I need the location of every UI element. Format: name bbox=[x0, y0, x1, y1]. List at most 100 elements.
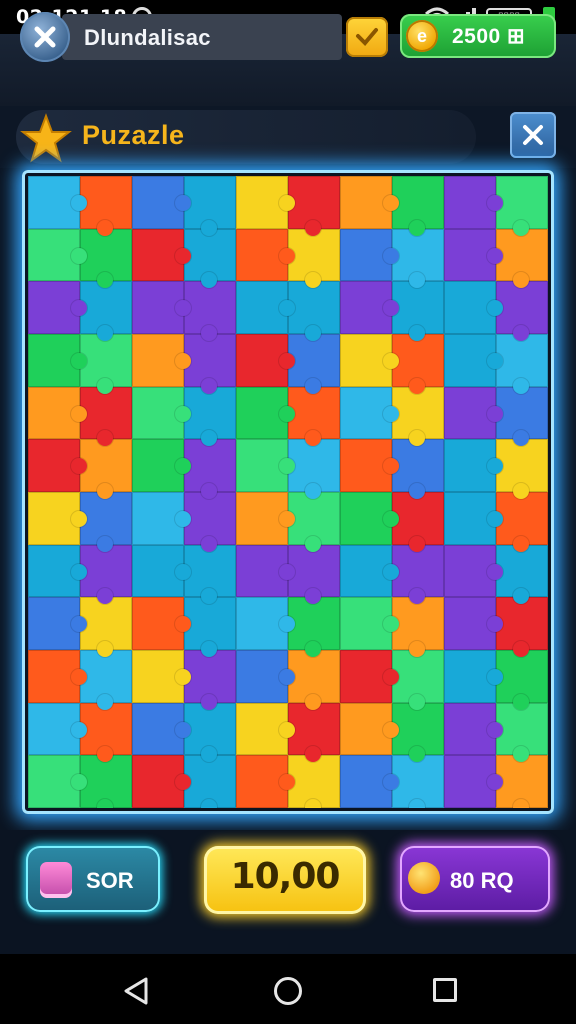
puzzle-piece[interactable] bbox=[340, 386, 399, 440]
puzzle-piece[interactable] bbox=[236, 386, 295, 440]
back-button[interactable] bbox=[20, 12, 70, 62]
puzzle-piece[interactable] bbox=[80, 176, 132, 236]
puzzle-piece[interactable] bbox=[184, 702, 236, 762]
puzzle-piece[interactable] bbox=[236, 439, 295, 492]
puzzle-piece[interactable] bbox=[288, 176, 340, 236]
puzzle-piece[interactable] bbox=[132, 386, 191, 440]
puzzle-piece[interactable] bbox=[80, 649, 132, 710]
puzzle-piece[interactable] bbox=[392, 597, 444, 657]
puzzle-piece[interactable] bbox=[236, 597, 295, 650]
puzzle-piece[interactable] bbox=[392, 649, 444, 710]
puzzle-piece[interactable] bbox=[28, 755, 87, 808]
puzzle-piece[interactable] bbox=[496, 228, 548, 288]
puzzle-piece[interactable] bbox=[80, 702, 132, 762]
puzzle-piece[interactable] bbox=[340, 544, 399, 598]
puzzle-piece[interactable] bbox=[392, 755, 444, 808]
nav-home-icon[interactable] bbox=[274, 977, 302, 1005]
puzzle-piece[interactable] bbox=[444, 544, 503, 598]
puzzle-piece[interactable] bbox=[184, 176, 236, 236]
puzzle-piece[interactable] bbox=[288, 702, 340, 762]
puzzle-piece[interactable] bbox=[28, 491, 87, 545]
puzzle-piece[interactable] bbox=[288, 544, 340, 604]
puzzle-piece[interactable] bbox=[236, 649, 295, 703]
puzzle-piece[interactable] bbox=[288, 491, 340, 552]
puzzle-board[interactable] bbox=[28, 176, 548, 808]
puzzle-piece[interactable] bbox=[236, 702, 295, 756]
puzzle-piece[interactable] bbox=[132, 281, 191, 334]
puzzle-piece[interactable] bbox=[444, 176, 503, 229]
puzzle-piece[interactable] bbox=[184, 439, 236, 499]
puzzle-piece[interactable] bbox=[236, 228, 295, 282]
puzzle-piece[interactable] bbox=[288, 649, 340, 710]
puzzle-piece[interactable] bbox=[132, 755, 191, 808]
puzzle-piece[interactable] bbox=[496, 386, 548, 446]
puzzle-piece[interactable] bbox=[80, 491, 132, 552]
puzzle-piece[interactable] bbox=[288, 755, 340, 808]
puzzle-piece[interactable] bbox=[496, 597, 548, 657]
puzzle-piece[interactable] bbox=[340, 755, 399, 808]
puzzle-piece[interactable] bbox=[496, 702, 548, 762]
puzzle-piece[interactable] bbox=[236, 755, 295, 808]
puzzle-piece[interactable] bbox=[392, 176, 444, 236]
puzzle-piece[interactable] bbox=[340, 228, 399, 282]
close-button[interactable] bbox=[510, 112, 556, 158]
puzzle-piece[interactable] bbox=[444, 281, 503, 334]
puzzle-piece[interactable] bbox=[132, 544, 191, 598]
puzzle-piece[interactable] bbox=[340, 597, 399, 650]
puzzle-piece[interactable] bbox=[28, 439, 87, 492]
puzzle-piece[interactable] bbox=[28, 597, 87, 650]
nav-back-icon[interactable] bbox=[122, 976, 150, 1006]
puzzle-piece[interactable] bbox=[340, 702, 399, 756]
puzzle-piece[interactable] bbox=[236, 544, 295, 598]
puzzle-piece[interactable] bbox=[80, 439, 132, 499]
puzzle-piece[interactable] bbox=[444, 439, 503, 492]
puzzle-piece[interactable] bbox=[184, 597, 236, 657]
puzzle-piece[interactable] bbox=[184, 281, 236, 341]
puzzle-piece[interactable] bbox=[392, 333, 444, 394]
puzzle-piece[interactable] bbox=[392, 281, 444, 341]
puzzle-piece[interactable] bbox=[496, 649, 548, 710]
puzzle-piece[interactable] bbox=[80, 755, 132, 808]
puzzle-piece[interactable] bbox=[496, 176, 548, 236]
puzzle-piece[interactable] bbox=[132, 702, 191, 756]
puzzle-piece[interactable] bbox=[444, 228, 503, 282]
puzzle-piece[interactable] bbox=[496, 491, 548, 552]
puzzle-piece[interactable] bbox=[184, 544, 236, 604]
confirm-button[interactable] bbox=[346, 17, 388, 57]
puzzle-piece[interactable] bbox=[132, 597, 191, 650]
puzzle-piece[interactable] bbox=[184, 755, 236, 808]
puzzle-piece[interactable] bbox=[236, 333, 295, 387]
puzzle-piece[interactable] bbox=[444, 491, 503, 545]
puzzle-piece[interactable] bbox=[392, 491, 444, 552]
puzzle-piece[interactable] bbox=[392, 544, 444, 604]
puzzle-piece[interactable] bbox=[288, 597, 340, 657]
puzzle-piece[interactable] bbox=[132, 228, 191, 282]
puzzle-piece[interactable] bbox=[444, 755, 503, 808]
puzzle-piece[interactable] bbox=[340, 281, 399, 334]
puzzle-piece[interactable] bbox=[392, 702, 444, 762]
puzzle-piece[interactable] bbox=[444, 386, 503, 440]
puzzle-piece[interactable] bbox=[132, 333, 191, 387]
puzzle-piece[interactable] bbox=[132, 649, 191, 703]
puzzle-piece[interactable] bbox=[80, 333, 132, 394]
puzzle-piece[interactable] bbox=[288, 386, 340, 446]
puzzle-piece[interactable] bbox=[80, 597, 132, 657]
puzzle-piece[interactable] bbox=[184, 491, 236, 552]
puzzle-piece[interactable] bbox=[392, 439, 444, 499]
puzzle-piece[interactable] bbox=[28, 176, 87, 229]
puzzle-piece[interactable] bbox=[496, 333, 548, 394]
puzzle-piece[interactable] bbox=[392, 228, 444, 288]
puzzle-piece[interactable] bbox=[28, 281, 87, 334]
puzzle-piece[interactable] bbox=[28, 544, 87, 598]
puzzle-piece[interactable] bbox=[132, 439, 191, 492]
puzzle-piece[interactable] bbox=[444, 333, 503, 387]
puzzle-piece[interactable] bbox=[236, 176, 295, 229]
puzzle-piece[interactable] bbox=[132, 176, 191, 229]
puzzle-piece[interactable] bbox=[80, 544, 132, 604]
puzzle-piece[interactable] bbox=[184, 386, 236, 446]
puzzle-piece[interactable] bbox=[340, 439, 399, 492]
puzzle-piece[interactable] bbox=[28, 649, 87, 703]
puzzle-piece[interactable] bbox=[392, 386, 444, 446]
puzzle-piece[interactable] bbox=[288, 281, 340, 341]
puzzle-piece[interactable] bbox=[444, 649, 503, 703]
